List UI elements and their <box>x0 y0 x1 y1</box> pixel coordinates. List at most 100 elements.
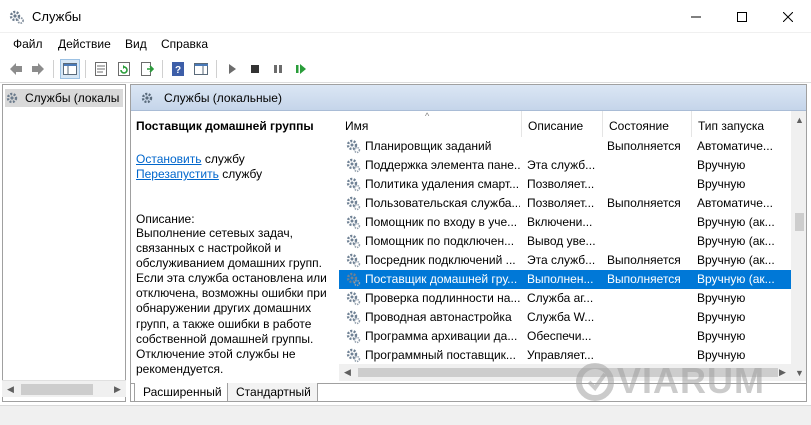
table-row[interactable]: Планировщик заданий Выполняется Автоматиче… <box>339 137 791 156</box>
back-button[interactable] <box>6 59 26 79</box>
console-tree: Службы (локалы <box>2 84 126 402</box>
menu-view[interactable]: Вид <box>125 37 147 51</box>
service-startup-type: Вручную <box>697 310 746 324</box>
menu-bar: Файл Действие Вид Справка <box>0 33 811 55</box>
service-gear-icon <box>346 310 361 325</box>
help-button[interactable]: ? <box>168 59 188 79</box>
table-row[interactable]: Поддержка элемента пане... Эта служб... Вр… <box>339 156 791 175</box>
tree-item-label: Службы (локалы <box>25 91 120 105</box>
table-row[interactable]: Помощник по входу в уче... Включени... Вру… <box>339 213 791 232</box>
horizontal-scrollbar[interactable]: ◀ ▶ <box>339 364 791 381</box>
service-description: Управляет... <box>527 348 594 362</box>
start-service-button[interactable] <box>222 59 242 79</box>
tree-horizontal-scrollbar[interactable]: ◀ ▶ <box>2 380 126 397</box>
stop-service-icon <box>251 65 259 73</box>
menu-help[interactable]: Справка <box>161 37 208 51</box>
maximize-button[interactable] <box>719 0 765 33</box>
service-gear-icon <box>346 234 361 249</box>
service-name: Программный поставщик... <box>365 348 516 362</box>
table-row[interactable]: Поставщик домашней гру... Выполнен... Выпо… <box>338 269 792 290</box>
scroll-down-icon[interactable]: ▼ <box>791 364 806 381</box>
refresh-icon <box>118 62 130 76</box>
stop-service-link[interactable]: Остановить <box>136 152 202 166</box>
scroll-up-icon[interactable]: ▲ <box>791 111 806 128</box>
services-gear-icon <box>141 92 153 104</box>
service-details-panel: Поставщик домашней группы Остановить слу… <box>136 119 334 376</box>
column-header-description[interactable]: Описание <box>522 111 603 137</box>
action-pane-button[interactable] <box>191 59 211 79</box>
scroll-right-icon[interactable]: ▶ <box>109 381 126 398</box>
column-header-description-label: Описание <box>528 119 584 133</box>
pause-service-icon <box>274 65 282 73</box>
service-gear-icon <box>346 348 361 363</box>
service-description: Эта служб... <box>527 158 596 172</box>
table-row[interactable]: Программный поставщик... Управляет... Вруч… <box>339 346 791 365</box>
refresh-button[interactable] <box>114 59 134 79</box>
table-row[interactable]: Пользовательская служба... Позволяет... Вы… <box>339 194 791 213</box>
restart-service-icon <box>296 64 306 74</box>
column-header-name[interactable]: Имя <box>339 111 522 137</box>
close-button[interactable] <box>765 0 811 33</box>
service-startup-type: Автоматиче... <box>697 196 773 210</box>
scroll-thumb[interactable] <box>358 368 778 377</box>
menu-file[interactable]: Файл <box>13 37 43 51</box>
scroll-left-icon[interactable]: ◀ <box>339 364 356 381</box>
service-state: Выполняется <box>607 272 681 286</box>
service-name: Посредник подключений ... <box>365 253 516 267</box>
vertical-scrollbar[interactable]: ▲ ▼ <box>791 111 806 381</box>
export-list-button[interactable] <box>137 59 157 79</box>
minimize-icon <box>691 16 701 17</box>
menu-action[interactable]: Действие <box>58 37 111 51</box>
table-row[interactable]: Посредник подключений ... Эта служб... Вып… <box>339 251 791 270</box>
column-header-name-label: Имя <box>345 119 369 133</box>
table-row[interactable]: Программа архивации да... Обеспечи... Вруч… <box>339 327 791 346</box>
service-startup-type: Вручную <box>697 158 746 172</box>
service-description: Позволяет... <box>527 196 595 210</box>
stop-link-row: Остановить службу <box>136 152 245 166</box>
column-header-startup[interactable]: Тип запуска <box>692 111 791 137</box>
show-tree-button[interactable] <box>60 59 80 79</box>
service-gear-icon <box>346 215 361 230</box>
table-row[interactable]: Проверка подлинности на... Служба аг... Вр… <box>339 289 791 308</box>
scroll-left-icon[interactable]: ◀ <box>2 381 19 398</box>
service-details-title: Поставщик домашней группы <box>136 119 314 133</box>
description-label: Описание: <box>136 212 195 226</box>
toolbar-separator <box>53 60 54 78</box>
stop-link-suffix: службу <box>201 152 245 166</box>
tab-extended[interactable]: Расширенный <box>134 383 229 402</box>
service-startup-type: Вручную (ак... <box>697 253 775 267</box>
properties-icon <box>95 62 107 76</box>
service-startup-type: Вручную (ак... <box>697 234 775 248</box>
tab-standard[interactable]: Стандартный <box>227 383 318 402</box>
table-row[interactable]: Проводная автонастройка Служба W... Вручну… <box>339 308 791 327</box>
column-header-state[interactable]: Состояние <box>603 111 692 137</box>
service-name: Проверка подлинности на... <box>365 291 520 305</box>
toolbar: ? <box>0 55 811 83</box>
restart-service-link[interactable]: Перезапустить <box>136 167 219 181</box>
service-startup-type: Вручную <box>697 177 746 191</box>
description-text: Выполнение сетевых задач, связанных с на… <box>136 226 327 376</box>
status-bar <box>0 405 811 425</box>
forward-arrow-icon <box>32 63 44 75</box>
tree-item-local-services[interactable]: Службы (локалы <box>5 89 124 107</box>
service-gear-icon <box>346 291 361 306</box>
service-startup-type: Вручную <box>697 329 746 343</box>
services-gear-icon <box>6 92 18 104</box>
restart-service-button[interactable] <box>291 59 311 79</box>
scroll-thumb[interactable] <box>795 213 804 231</box>
scroll-thumb[interactable] <box>21 384 93 395</box>
properties-button[interactable] <box>91 59 111 79</box>
service-description: Включени... <box>527 215 593 229</box>
service-name: Поставщик домашней гру... <box>365 272 518 286</box>
restart-link-suffix: службу <box>218 167 263 181</box>
scroll-right-icon[interactable]: ▶ <box>774 364 791 381</box>
service-description: Обеспечи... <box>527 329 592 343</box>
table-row[interactable]: Политика удаления смарт... Позволяет... Вр… <box>339 175 791 194</box>
table-row[interactable]: Помощник по подключен... Вывод уве... Вруч… <box>339 232 791 251</box>
forward-button[interactable] <box>28 59 48 79</box>
services-list: ^ Имя Описание Состояние Тип запуска Пла… <box>338 111 806 381</box>
minimize-button[interactable] <box>673 0 719 33</box>
pause-service-button[interactable] <box>268 59 288 79</box>
stop-service-button[interactable] <box>245 59 265 79</box>
service-description: Позволяет... <box>527 177 595 191</box>
